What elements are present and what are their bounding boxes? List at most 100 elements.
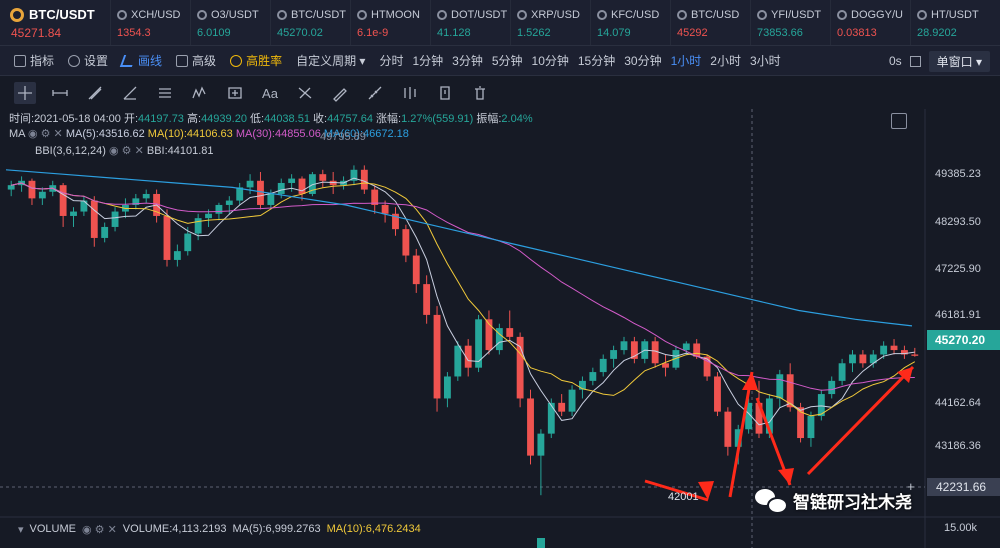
- candle-body: [111, 211, 119, 227]
- coin-icon: [677, 10, 687, 20]
- ticker-symbol: DOGGY/U: [851, 9, 903, 21]
- hline-icon[interactable]: [49, 82, 71, 104]
- candle-body: [527, 398, 534, 456]
- volume-info: ▾ VOLUME ◉ ⚙ ✕ VOLUME:4,113.2193 MA(5):6…: [18, 523, 421, 536]
- rect-icon[interactable]: [224, 82, 246, 104]
- crosshair-price-tag: 42231.66: [927, 478, 1000, 496]
- ticker-main[interactable]: BTC/USDT 45271.84: [0, 0, 110, 45]
- custom-period-dropdown[interactable]: 自定义周期 ▾: [296, 52, 365, 69]
- timeframe-8[interactable]: 2小时: [710, 52, 741, 69]
- crosshair-icon[interactable]: [14, 82, 36, 104]
- drawing-toolbar: Aa: [0, 77, 1000, 109]
- price-axis-tick: 47225.90: [935, 263, 981, 275]
- candle-body: [101, 226, 109, 238]
- channel-icon[interactable]: [154, 82, 176, 104]
- ticker-item[interactable]: HTMOON 6.1e-9: [350, 0, 430, 45]
- ticker-item[interactable]: KFC/USD 14.079: [590, 0, 670, 45]
- refresh-interval[interactable]: 0s: [889, 54, 902, 68]
- ticker-item[interactable]: XCH/USD 1354.3: [110, 0, 190, 45]
- trend-icon[interactable]: [119, 82, 141, 104]
- checkbox-icon[interactable]: [909, 55, 921, 67]
- candle-body: [475, 319, 483, 368]
- ray-icon[interactable]: [84, 82, 106, 104]
- candle-body: [568, 389, 576, 412]
- candle-body: [267, 193, 275, 205]
- timeframe-6[interactable]: 30分钟: [624, 52, 661, 69]
- main-toolbar: 指标 设置 画线 高级 高胜率 自定义周期 ▾ 分时 1分钟 3分钟 5分钟 10分钟 1…: [0, 46, 1000, 76]
- ticker-symbol: XCH/USD: [131, 9, 181, 21]
- candle-body: [433, 314, 441, 399]
- coin-icon: [277, 10, 287, 20]
- ticker-item[interactable]: XRP/USD 1.5262: [510, 0, 590, 45]
- coin-icon: [597, 10, 607, 20]
- coin-icon: [757, 10, 767, 20]
- chart-area[interactable]: 时间:2021-05-18 04:00 开:44197.73 高:44939.2…: [0, 109, 1000, 548]
- candle-body: [880, 345, 888, 355]
- timeframe-2[interactable]: 3分钟: [452, 52, 483, 69]
- draw-line-button[interactable]: 画线: [119, 52, 162, 69]
- delete-icon[interactable]: [469, 82, 491, 104]
- candle-body: [402, 229, 410, 256]
- candle-body: [184, 233, 192, 252]
- ticker-item[interactable]: BTC/USD 45292: [670, 0, 750, 45]
- ticker-item[interactable]: BTC/USDT 45270.02: [270, 0, 350, 45]
- expand-icon[interactable]: [891, 113, 907, 129]
- pattern-icon[interactable]: [399, 82, 421, 104]
- eye-icon[interactable]: ◉ ⚙ ✕: [28, 128, 63, 140]
- timeframe-0[interactable]: 分时: [379, 52, 403, 69]
- candle-body: [443, 376, 451, 399]
- settings-button[interactable]: 设置: [68, 52, 108, 69]
- eye-icon[interactable]: ◉ ⚙ ✕: [82, 523, 117, 536]
- price-chart[interactable]: [0, 109, 1000, 548]
- ticker-symbol: HT/USDT: [931, 9, 979, 21]
- brush-icon[interactable]: [329, 82, 351, 104]
- candle-body: [724, 411, 732, 447]
- candle-body: [173, 251, 181, 260]
- candle-body: [537, 433, 545, 456]
- candle-body: [454, 345, 462, 377]
- candle-body: [547, 402, 555, 434]
- coin-icon: [357, 10, 367, 20]
- timeframe-1[interactable]: 1分钟: [412, 52, 443, 69]
- coin-icon: [117, 10, 127, 20]
- clock-icon[interactable]: [434, 82, 456, 104]
- timeframe-4[interactable]: 10分钟: [532, 52, 569, 69]
- ticker-symbol: KFC/USD: [611, 9, 660, 21]
- candle-body: [776, 374, 784, 399]
- ticker-item[interactable]: YFI/USDT 73853.66: [750, 0, 830, 45]
- ticker-item[interactable]: HT/USDT 28.9202: [910, 0, 990, 45]
- ticker-item[interactable]: O3/USDT 6.0109: [190, 0, 270, 45]
- text-icon[interactable]: Aa: [259, 82, 281, 104]
- ticker-symbol: O3/USDT: [211, 9, 259, 21]
- candle-body: [246, 180, 254, 188]
- candle-body: [890, 345, 898, 351]
- volume-bar: [537, 538, 545, 548]
- collapse-icon[interactable]: ▾: [18, 523, 24, 536]
- ma30-line: [11, 182, 915, 391]
- measure-icon[interactable]: [364, 82, 386, 104]
- ticker-symbol: XRP/USD: [531, 9, 580, 21]
- candle-body: [70, 211, 77, 216]
- ticker-price: 1.5262: [517, 27, 551, 39]
- ticker-price: 73853.66: [757, 27, 803, 39]
- eye-icon[interactable]: ◉ ⚙ ✕: [109, 145, 144, 157]
- window-select[interactable]: 单窗口 ▾: [928, 50, 990, 72]
- indicators-button[interactable]: 指标: [14, 52, 54, 69]
- timeframe-9[interactable]: 3小时: [750, 52, 781, 69]
- candle-body: [599, 358, 607, 373]
- fib-icon[interactable]: [294, 82, 316, 104]
- wechat-icon: [755, 487, 788, 514]
- ticker-item[interactable]: DOGGY/U 0.03813: [830, 0, 910, 45]
- ticker-item[interactable]: DOT/USDT 41.128: [430, 0, 510, 45]
- ticker-price: 0.03813: [837, 27, 877, 39]
- timeframe-7[interactable]: 1小时: [671, 52, 702, 69]
- candle-body: [412, 255, 420, 285]
- ticker-symbol: YFI/USDT: [771, 9, 822, 21]
- winrate-button[interactable]: 高胜率: [230, 52, 282, 69]
- timeframe-3[interactable]: 5分钟: [492, 52, 523, 69]
- candle-body: [558, 402, 566, 412]
- wave-icon[interactable]: [189, 82, 211, 104]
- advanced-button[interactable]: 高级: [176, 52, 216, 69]
- timeframe-5[interactable]: 15分钟: [578, 52, 615, 69]
- ticker-main-symbol: BTC/USDT: [29, 7, 95, 22]
